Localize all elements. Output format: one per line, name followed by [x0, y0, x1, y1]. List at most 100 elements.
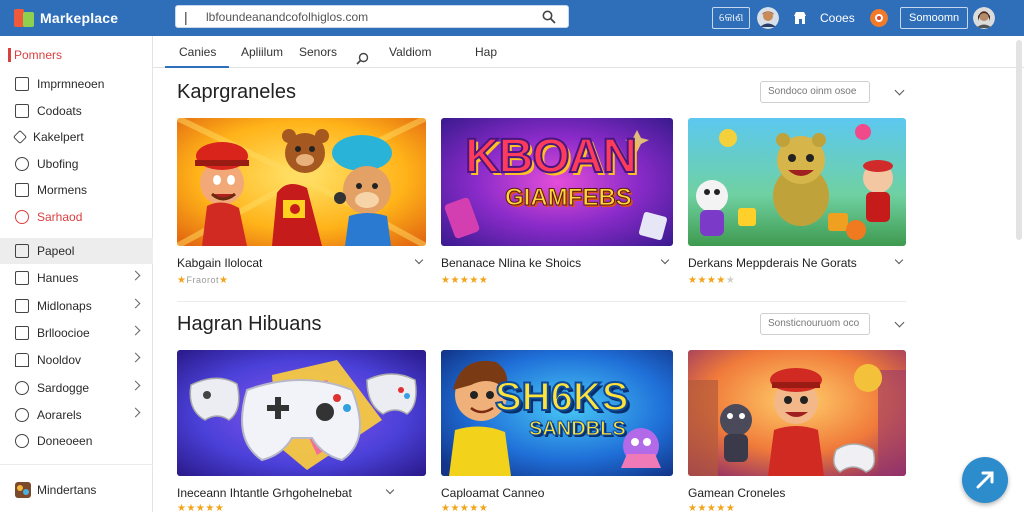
search-history-icon [15, 210, 29, 224]
game-art-title-line1: KBOAN [464, 130, 638, 183]
tab-applications[interactable]: Apliilum [241, 36, 283, 68]
location-icon [15, 408, 29, 422]
media-icon [15, 183, 29, 197]
sidebar-item-3[interactable]: Kakelpert [0, 125, 153, 149]
page-scrollbar[interactable] [1016, 40, 1022, 240]
star-rating: ★★★★★ [688, 503, 736, 512]
text-cursor-icon: | [184, 8, 188, 25]
brand[interactable]: Markeplace [0, 9, 170, 27]
game-card-image[interactable] [177, 350, 426, 476]
sidebar-item-label: Mormens [37, 183, 88, 197]
game-card-title[interactable]: Caploamat Canneo [441, 486, 544, 500]
search-button[interactable] [538, 6, 560, 28]
sidebar-item-11[interactable]: Nooldov [0, 348, 153, 372]
star-rating: ★★★★★ [441, 275, 489, 286]
sidebar-item-label: Sarhaod [37, 210, 83, 224]
top-bar: Markeplace | କୋଣ Cooes Somoomn [0, 0, 1024, 36]
game-art-title-line1: SH6KS [494, 375, 629, 419]
sidebar-item-label: Pomners [14, 48, 63, 62]
chevron-right-icon [130, 325, 141, 336]
tab-validation[interactable]: Valdiom [389, 36, 431, 68]
topbar-label[interactable]: Cooes [820, 11, 855, 25]
tab-label: Hap [475, 45, 498, 59]
sidebar-item-7[interactable]: Papeol [0, 238, 153, 264]
game-card-title[interactable]: Derkans Meppderais Ne Gorats [688, 256, 857, 270]
chevron-right-icon [130, 407, 141, 418]
sidebar-item-10[interactable]: Brlloocioe [0, 321, 153, 345]
star-rating: ★Fraorot★ [177, 275, 229, 286]
rating-text: Fraorot [186, 275, 219, 285]
grid-icon [15, 104, 29, 118]
search-input[interactable] [206, 9, 538, 24]
tab-sensors[interactable]: Senors [299, 36, 337, 68]
game-art-title-line2: SANDBLS [529, 418, 627, 441]
chevron-down-icon[interactable] [414, 255, 424, 265]
chevron-down-icon[interactable] [894, 255, 904, 265]
chevron-down-icon[interactable] [385, 485, 395, 495]
topbar-account-button[interactable]: Somoomn [900, 7, 969, 29]
calendar-icon [15, 326, 29, 340]
user-avatar-icon[interactable] [757, 7, 779, 29]
notification-badge-icon[interactable] [870, 9, 888, 27]
game-card-image[interactable]: SH6KS SANDBLS [441, 350, 673, 476]
game-card-image[interactable]: KBOAN GIAMFEBS [441, 118, 673, 246]
game-art-title-line2: GIAMFEBS [505, 184, 633, 212]
sidebar-item-label: Ubofing [37, 157, 79, 171]
chevron-down-icon[interactable] [894, 317, 905, 328]
tab-bar: Canies Apliilum Senors Valdiom Hap [153, 36, 1024, 68]
tab-games[interactable]: Canies [165, 36, 229, 68]
tab-label: Valdiom [389, 45, 432, 59]
sidebar-item-6[interactable]: Sarhaod [0, 205, 153, 229]
chevron-right-icon [130, 270, 141, 281]
sidebar-item-14[interactable]: Doneoeen [0, 429, 153, 453]
home-icon [15, 77, 29, 91]
share-fab-button[interactable] [962, 457, 1008, 503]
sidebar-divider [0, 464, 153, 465]
game-card-title[interactable]: Kabgain Ilolocat [177, 256, 262, 270]
edit-icon [12, 129, 28, 145]
search-icon [542, 10, 556, 24]
sidebar-item-12[interactable]: Sardogge [0, 376, 153, 400]
game-card-image[interactable] [688, 350, 906, 476]
chevron-down-icon[interactable] [660, 255, 670, 265]
settings-icon [15, 381, 29, 395]
game-card-image[interactable] [177, 118, 426, 246]
game-card-image[interactable] [688, 118, 906, 246]
sidebar-item-1[interactable]: Imprmneoen [0, 72, 153, 96]
game-app-icon [15, 482, 31, 498]
sidebar-item-promoted[interactable]: Pomners [0, 43, 153, 67]
shop-icon[interactable] [792, 10, 808, 26]
tab-label: Senors [299, 45, 338, 59]
clock-icon [15, 157, 29, 171]
game-card-title[interactable]: Benanace Nlina ke Shoics [441, 256, 581, 270]
section-title: Kaprgraneles [177, 81, 296, 103]
sidebar-item-4[interactable]: Ubofing [0, 152, 153, 176]
topbar-short-button[interactable]: କୋଣ [712, 7, 751, 29]
sidebar-item-13[interactable]: Aorarels [0, 403, 153, 427]
panel-icon [15, 244, 29, 258]
chevron-right-icon [130, 352, 141, 363]
sort-dropdown[interactable]: Sonsticnouruom oco [760, 313, 870, 335]
sidebar-item-9[interactable]: Midlonaps [0, 294, 153, 318]
game-card-title[interactable]: Gamean Croneles [688, 486, 785, 500]
sidebar-item-8[interactable]: Hanues [0, 266, 153, 290]
chevron-down-icon[interactable] [894, 85, 905, 96]
tab-search[interactable] [356, 45, 369, 65]
tab-help[interactable]: Hap [475, 36, 497, 68]
tab-label: Canies [179, 45, 217, 59]
profile-avatar-icon[interactable] [973, 7, 995, 29]
chevron-right-icon [130, 298, 141, 309]
adventure-characters-image [688, 350, 906, 476]
sidebar-item-5[interactable]: Mormens [0, 178, 153, 202]
sidebar-item-label: Codoats [37, 104, 82, 118]
sidebar-item-15[interactable]: Mindertans [0, 478, 153, 502]
sort-dropdown[interactable]: Sondoco oinm osoe [760, 81, 870, 103]
document-icon [15, 299, 29, 313]
app-name: Markeplace [40, 10, 119, 26]
sidebar-item-label: Sardogge [37, 381, 90, 395]
game-card-title[interactable]: Ineceann Ihtantle Grhgohelnebat [177, 486, 352, 500]
sidebar-item-label: Papeol [37, 244, 75, 258]
cartoon-characters-image [177, 118, 426, 246]
sidebar-item-2[interactable]: Codoats [0, 99, 153, 123]
house-icon [15, 353, 29, 367]
